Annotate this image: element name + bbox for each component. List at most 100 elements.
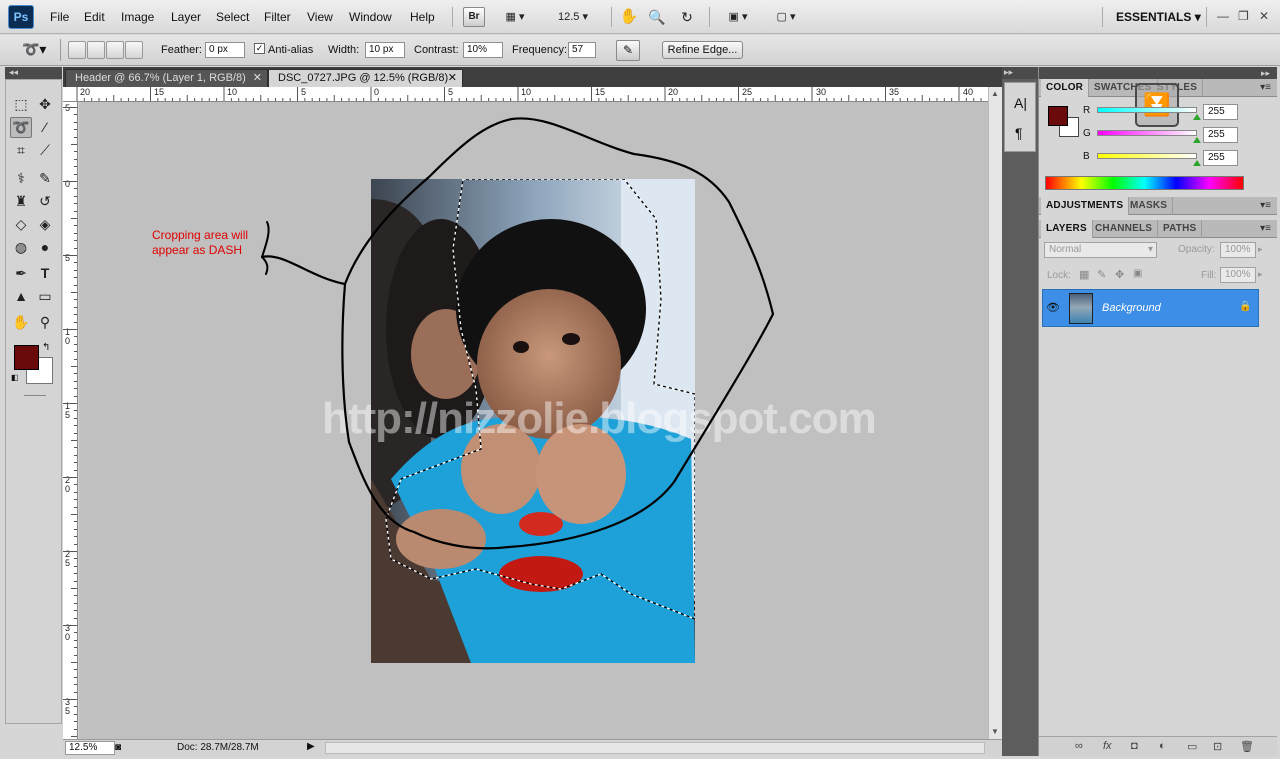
expand-double-arrow-icon[interactable]: ⏬	[1135, 83, 1179, 127]
layer-row-background[interactable]: 👁 Background 🔒	[1042, 289, 1259, 327]
tab-channels[interactable]: CHANNELS	[1090, 220, 1159, 238]
foreground-color-swatch[interactable]	[14, 345, 39, 370]
crop-tool-icon[interactable]: ⌗	[10, 140, 32, 161]
lock-position-icon[interactable]: ✥	[1115, 268, 1124, 281]
green-value-input[interactable]: 255	[1203, 127, 1238, 143]
tab-color[interactable]: COLOR	[1041, 79, 1090, 97]
lock-transparent-icon[interactable]: ▦	[1079, 268, 1089, 281]
marquee-tool-icon[interactable]: ⬚	[10, 94, 32, 115]
tab-adjustments[interactable]: ADJUSTMENTS	[1041, 197, 1130, 215]
red-value-input[interactable]: 255	[1203, 104, 1238, 120]
new-group-icon[interactable]: ▭	[1187, 740, 1197, 753]
new-layer-icon[interactable]: ⊡	[1213, 740, 1222, 753]
status-menu-icon[interactable]: ◙	[115, 742, 121, 753]
move-tool-icon[interactable]: ✥	[34, 94, 56, 115]
adjustment-layer-icon[interactable]: ◐	[1159, 740, 1166, 752]
type-tool-icon[interactable]: T	[34, 263, 56, 284]
minimize-icon[interactable]: —	[1217, 9, 1229, 23]
dock-collapse-bar[interactable]: ▸▸	[1039, 67, 1277, 79]
dodge-tool-icon[interactable]: ●	[34, 237, 56, 258]
fill-arrow-icon[interactable]: ▸	[1258, 269, 1263, 280]
tablet-pressure-icon[interactable]: ✎	[616, 40, 640, 61]
fx-icon[interactable]: fx	[1103, 740, 1112, 752]
bridge-button[interactable]: Br	[463, 7, 485, 27]
magic-wand-tool-icon[interactable]: ⁄	[34, 117, 56, 138]
character-panel-icon[interactable]: A|	[1014, 95, 1027, 111]
width-input[interactable]: 10 px	[365, 42, 405, 58]
lock-all-icon[interactable]: ▣	[1133, 268, 1142, 279]
menu-filter[interactable]: Filter	[264, 10, 291, 24]
link-layers-icon[interactable]: ∞	[1075, 740, 1083, 752]
arrange-documents-dropdown[interactable]: ▣ ▾	[720, 7, 756, 27]
paint-bucket-tool-icon[interactable]: ◈	[34, 214, 56, 235]
eyedropper-tool-icon[interactable]: ⟋	[34, 140, 56, 161]
shape-tool-icon[interactable]: ▭	[34, 286, 56, 307]
fill-input[interactable]: 100%	[1220, 267, 1256, 283]
panel-menu-icon[interactable]: ▾≡	[1260, 82, 1271, 93]
expand-panels-icon[interactable]: ▸▸	[1002, 67, 1038, 79]
extras-dropdown[interactable]: ▦ ▾	[497, 7, 533, 27]
menu-help[interactable]: Help	[410, 10, 435, 24]
close-icon[interactable]: ✕	[253, 70, 262, 87]
scroll-up-icon[interactable]: ▲	[991, 89, 999, 98]
contrast-input[interactable]: 10%	[463, 42, 503, 58]
zoom-percent-field[interactable]: 12.5%	[65, 741, 115, 755]
blur-tool-icon[interactable]: ◍	[10, 237, 32, 258]
zoom-level-dropdown[interactable]: 12.5 ▾	[548, 7, 598, 27]
brush-tool-icon[interactable]: ✎	[34, 168, 56, 189]
tab-dsc-0727[interactable]: DSC_0727.JPG @ 12.5% (RGB/8) ✕	[268, 69, 463, 87]
blue-slider-knob[interactable]	[1193, 160, 1201, 166]
tab-layers[interactable]: LAYERS	[1041, 220, 1093, 238]
anti-alias-checkbox[interactable]: ✓	[254, 43, 265, 54]
vertical-scrollbar[interactable]: ▲ ▼	[988, 87, 1002, 739]
clone-stamp-tool-icon[interactable]: ♜	[10, 191, 32, 212]
menu-file[interactable]: File	[50, 10, 69, 24]
hand-tool-icon[interactable]: ✋	[618, 7, 640, 27]
restore-icon[interactable]: ❐	[1238, 9, 1249, 23]
blend-mode-select[interactable]: Normal ▾	[1044, 242, 1157, 258]
opacity-arrow-icon[interactable]: ▸	[1258, 244, 1263, 255]
color-panel-fg-swatch[interactable]	[1048, 106, 1068, 126]
menu-edit[interactable]: Edit	[84, 10, 105, 24]
rotate-view-icon[interactable]: ↻	[676, 7, 698, 27]
add-mask-icon[interactable]: ◘	[1131, 740, 1138, 752]
zoom-tool-icon[interactable]: 🔍	[646, 7, 668, 27]
red-slider-knob[interactable]	[1193, 114, 1201, 120]
horizontal-scrollbar[interactable]	[325, 742, 985, 754]
lasso-tool-icon[interactable]: ➰	[10, 117, 32, 138]
workspace-switcher[interactable]: ESSENTIALS ▾	[1116, 10, 1201, 24]
green-slider-knob[interactable]	[1193, 137, 1201, 143]
status-arrow-icon[interactable]: ▶	[307, 741, 315, 752]
tab-header-document[interactable]: Header @ 66.7% (Layer 1, RGB/8) ✕	[65, 69, 268, 87]
menu-select[interactable]: Select	[216, 10, 249, 24]
add-to-selection-button[interactable]	[87, 41, 105, 59]
screen-mode-dropdown[interactable]: ▢ ▾	[768, 7, 804, 27]
intersect-selection-button[interactable]	[125, 41, 143, 59]
subtract-from-selection-button[interactable]	[106, 41, 124, 59]
healing-brush-tool-icon[interactable]: ⚕	[10, 168, 32, 189]
magnetic-lasso-preset-icon[interactable]: ➰▾	[22, 41, 52, 61]
tab-paths[interactable]: PATHS	[1158, 220, 1203, 238]
toolbar-collapse-bar[interactable]: ◂◂	[5, 67, 62, 79]
pen-tool-icon[interactable]: ✒	[10, 263, 32, 284]
panel-menu-icon[interactable]: ▾≡	[1260, 200, 1271, 211]
frequency-input[interactable]: 57	[568, 42, 596, 58]
close-icon[interactable]: ✕	[448, 70, 457, 87]
opacity-input[interactable]: 100%	[1220, 242, 1256, 258]
visibility-eye-icon[interactable]: 👁	[1045, 300, 1061, 316]
menu-window[interactable]: Window	[349, 10, 392, 24]
refine-edge-button[interactable]: Refine Edge...	[662, 41, 743, 59]
tab-masks[interactable]: MASKS	[1125, 197, 1174, 215]
blue-slider[interactable]	[1097, 153, 1197, 159]
lock-pixels-icon[interactable]: ✎	[1097, 268, 1106, 281]
hand-tool-icon[interactable]: ✋	[10, 312, 32, 333]
color-spectrum-bar[interactable]	[1045, 176, 1244, 190]
path-selection-tool-icon[interactable]: ▲	[10, 286, 32, 307]
swap-colors-icon[interactable]: ↰	[42, 342, 50, 353]
menu-layer[interactable]: Layer	[171, 10, 201, 24]
default-colors-icon[interactable]: ◧	[11, 373, 19, 382]
scroll-down-icon[interactable]: ▼	[991, 727, 999, 736]
zoom-tool-icon[interactable]: ⚲	[34, 312, 56, 333]
close-icon[interactable]: ✕	[1259, 9, 1269, 23]
red-slider[interactable]	[1097, 107, 1197, 113]
